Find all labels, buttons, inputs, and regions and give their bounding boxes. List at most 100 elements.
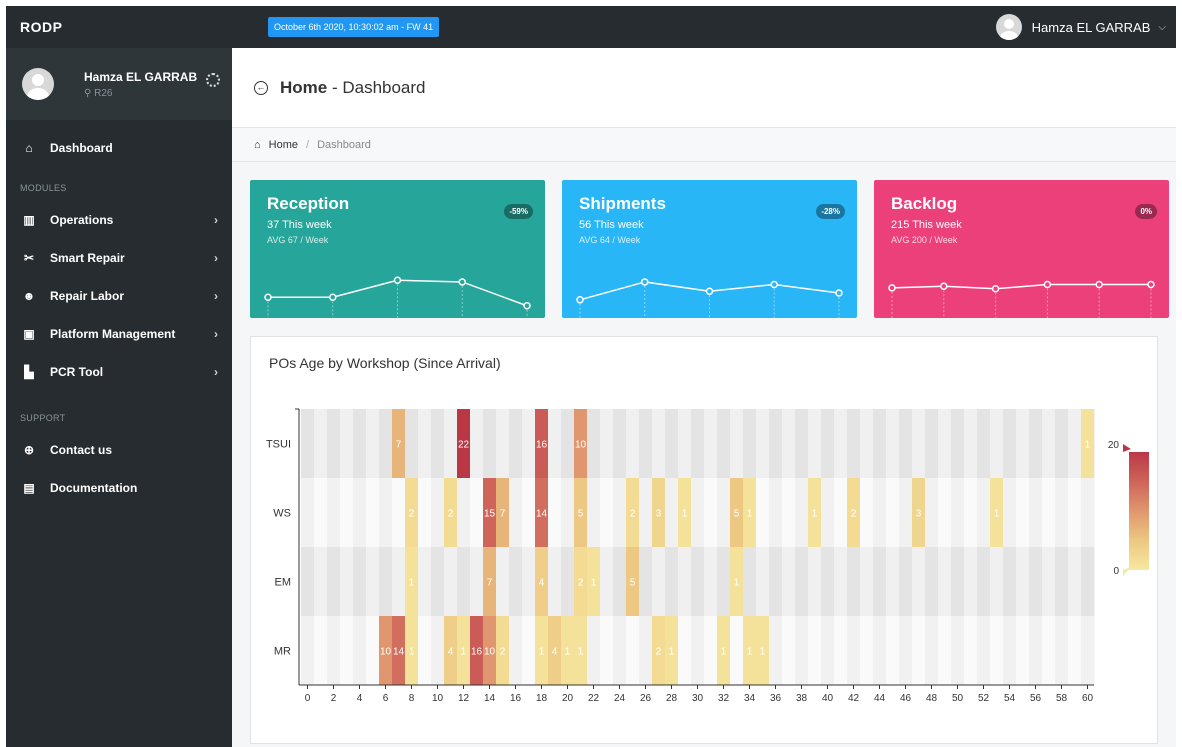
sparkline-point[interactable]: [705, 287, 714, 296]
heatmap-bg-cell: [639, 409, 653, 479]
sparkline-point[interactable]: [641, 278, 649, 286]
heatmap-bg-cell: [834, 547, 848, 617]
heatmap-cell-label: 7: [396, 440, 402, 451]
file-icon: ▤: [23, 481, 35, 495]
x-tick-label: 54: [1004, 693, 1016, 704]
reception-card[interactable]: Reception 37 This week AVG 67 / Week -59…: [250, 180, 545, 318]
sparkline-line: [891, 283, 1151, 290]
sparkline-point[interactable]: [1147, 280, 1155, 289]
top-bar: RODP October 6th 2020, 10:30:02 am - FW …: [6, 6, 1176, 48]
heatmap-bg-cell: [1029, 478, 1043, 548]
sidebar-item-documentation[interactable]: ▤ Documentation: [6, 469, 232, 507]
brand-logo[interactable]: RODP: [6, 19, 232, 35]
x-tick-label: 0: [305, 693, 311, 704]
heatmap-cell-label: 2: [630, 509, 636, 520]
sidebar-item-contact-us[interactable]: ⊕ Contact us: [6, 431, 232, 469]
x-tick-label: 56: [1030, 693, 1042, 704]
heatmap-bg-cell: [353, 547, 367, 617]
heatmap-bg-cell: [600, 547, 614, 617]
breadcrumb-separator: /: [306, 138, 310, 151]
heatmap-bg-cell: [1081, 478, 1095, 548]
heatmap-bg-cell: [457, 547, 471, 617]
sparkline-point[interactable]: [940, 282, 948, 290]
bar-chart-icon: ▙: [24, 365, 34, 379]
heatmap-bg-cell: [1016, 547, 1030, 617]
sparkline-point[interactable]: [523, 302, 531, 310]
heatmap-bg-cell: [509, 409, 523, 479]
heatmap-bg-cell: [873, 616, 887, 686]
legend-max-handle[interactable]: [1123, 444, 1131, 452]
heatmap-bg-cell: [704, 409, 718, 479]
card-stat: 37 This week: [267, 219, 332, 231]
heatmap-bg-cell: [782, 616, 796, 686]
sidebar-item-repair-labor[interactable]: ☻ Repair Labor ›: [6, 277, 232, 315]
sparkline-point[interactable]: [329, 293, 337, 301]
user-menu[interactable]: Hamza EL GARRAB ⌵: [995, 14, 1176, 40]
backlog-card[interactable]: Backlog 215 This week AVG 200 / Week 0%: [874, 180, 1169, 318]
sparkline: [264, 276, 531, 318]
sidebar-item-dashboard[interactable]: ⌂ Dashboard: [6, 129, 232, 167]
shipments-card[interactable]: Shipments 56 This week AVG 64 / Week -28…: [562, 180, 857, 318]
change-badge: -28%: [816, 204, 845, 219]
heatmap-bg-cell: [678, 409, 692, 479]
x-tick-label: 36: [770, 693, 782, 704]
home-icon: ⌂: [254, 138, 261, 151]
x-tick-label: 58: [1056, 693, 1068, 704]
page-title-rest: - Dashboard: [327, 77, 426, 97]
x-tick-label: 22: [588, 693, 600, 704]
sparkline-point[interactable]: [1095, 280, 1103, 289]
heatmap-cell-label: 14: [393, 647, 405, 658]
heatmap-bg-cell: [691, 409, 705, 479]
x-tick-label: 52: [978, 693, 990, 704]
heatmap-chart: 7 22 16 10 12 2 15 7 14 5 2 3 1 5 1 1 2 3 11 7 4 2 1 5 110 14 1 4 1 1…: [266, 408, 1149, 704]
sparkline-point[interactable]: [888, 284, 896, 292]
users-icon: ☻: [22, 289, 36, 303]
heatmap-bg-cell: [691, 616, 705, 686]
y-tick-label: EM: [275, 577, 292, 589]
heatmap-bg-cell: [379, 409, 393, 479]
heatmap-bg-cell: [496, 409, 510, 479]
heatmap-bg-cell: [808, 409, 822, 479]
sparkline-point[interactable]: [458, 278, 466, 286]
sparkline-point[interactable]: [770, 280, 778, 289]
heatmap-bg-cell: [886, 478, 900, 548]
y-tick-label: WS: [273, 508, 291, 520]
sparkline-point[interactable]: [393, 276, 402, 284]
breadcrumb-home[interactable]: Home: [269, 139, 298, 151]
heatmap-bg-cell: [925, 478, 939, 548]
heatmap-bg-cell: [769, 409, 783, 479]
heatmap-cell-label: 3: [916, 509, 922, 520]
heatmap-bg-cell: [795, 478, 809, 548]
gear-icon[interactable]: [206, 73, 220, 87]
heatmap-cell-label: 1: [565, 647, 571, 658]
x-tick-label: 38: [796, 693, 808, 704]
chevron-right-icon: ›: [214, 327, 218, 341]
heatmap-bg-cell: [769, 547, 783, 617]
sparkline-point[interactable]: [264, 293, 272, 301]
heatmap-bg-cell: [951, 547, 965, 617]
heatmap-bg-cell: [1055, 547, 1069, 617]
back-arrow-icon[interactable]: ←: [254, 80, 268, 95]
sparkline-point[interactable]: [835, 289, 843, 297]
server-icon: ▣: [23, 327, 35, 341]
heatmap-bg-cell: [561, 409, 575, 479]
heatmap-cell-label: 3: [656, 509, 662, 520]
heatmap-bg-cell: [782, 547, 796, 617]
sparkline-point[interactable]: [576, 296, 584, 304]
heatmap-cell-label: 1: [1085, 440, 1091, 451]
sidebar-item-smart-repair[interactable]: ✂ Smart Repair ›: [6, 239, 232, 277]
page-header: ← Home - Dashboard: [232, 48, 1176, 128]
heatmap-bg-cell: [366, 547, 380, 617]
x-tick-label: 2: [331, 693, 337, 704]
sidebar-item-operations[interactable]: ▥ Operations ›: [6, 201, 232, 239]
heatmap-bg-cell: [639, 547, 653, 617]
sparkline-point[interactable]: [991, 285, 1000, 293]
sparkline-point[interactable]: [1043, 280, 1052, 289]
heatmap-bg-cell: [353, 616, 367, 686]
heatmap-bg-cell: [860, 409, 874, 479]
heatmap-cell-label: 2: [500, 647, 506, 658]
heatmap-cell-label: 1: [578, 647, 584, 658]
sidebar-item-pcr-tool[interactable]: ▙ PCR Tool ›: [6, 353, 232, 391]
sidebar-item-platform-management[interactable]: ▣ Platform Management ›: [6, 315, 232, 353]
chevron-right-icon: ›: [214, 289, 218, 303]
